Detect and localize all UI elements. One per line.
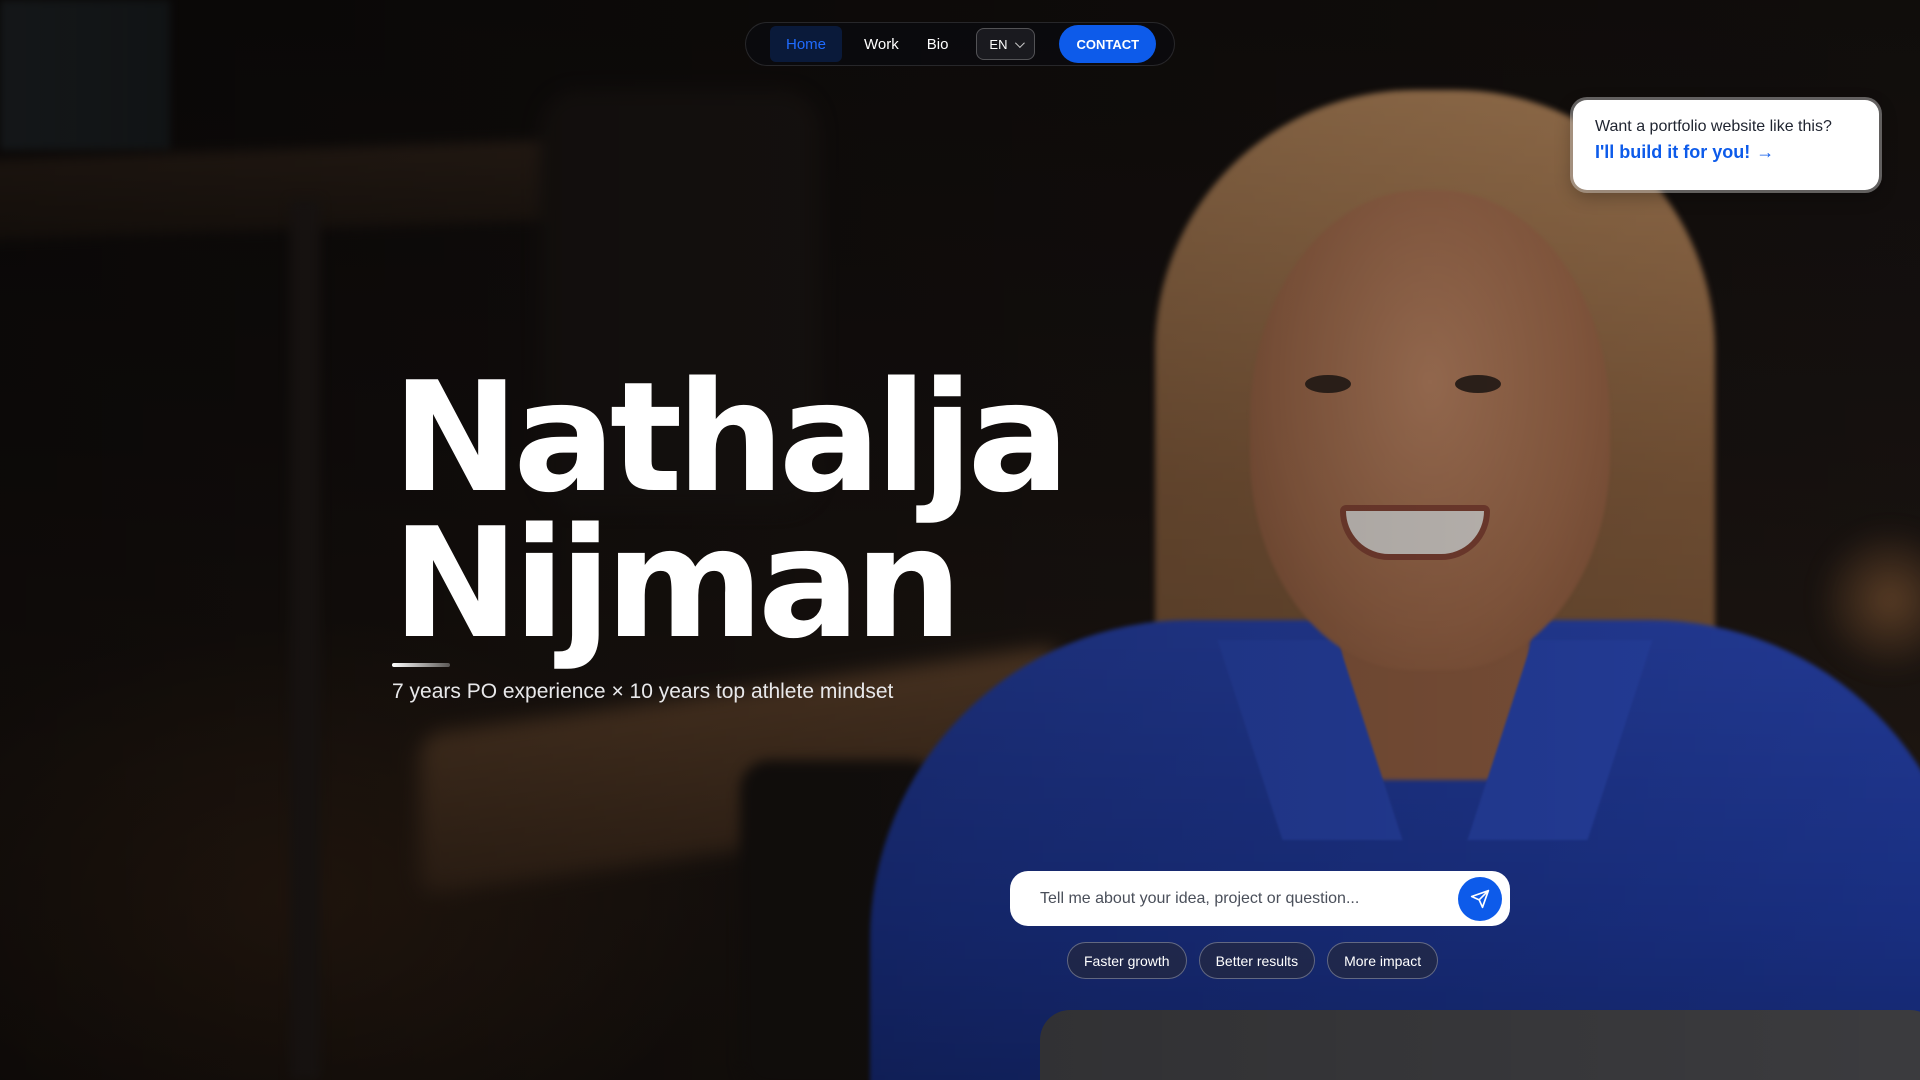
arrow-right-icon: → xyxy=(1756,142,1775,162)
promo-question: Want a portfolio website like this? xyxy=(1595,118,1832,135)
hero-last-name: Nijman xyxy=(392,495,963,672)
chat-input[interactable] xyxy=(1040,889,1458,908)
chip-better-results[interactable]: Better results xyxy=(1198,942,1316,979)
promo-cta-label: I'll build it for you! xyxy=(1595,142,1751,162)
hero-tagline: 7 years PO experience × 10 years top ath… xyxy=(392,680,894,703)
top-nav: Home Work Bio EN CONTACT xyxy=(745,22,1175,66)
send-icon xyxy=(1470,889,1490,908)
nav-bio[interactable]: Bio xyxy=(913,26,963,62)
contact-button[interactable]: CONTACT xyxy=(1059,25,1157,63)
chat-box xyxy=(1010,871,1510,926)
chevron-down-icon xyxy=(1015,37,1026,48)
nav-home[interactable]: Home xyxy=(770,26,842,62)
suggestion-chips: Faster growth Better results More impact xyxy=(1067,942,1439,979)
language-select[interactable]: EN xyxy=(976,28,1036,60)
promo-cta-link[interactable]: I'll build it for you! → xyxy=(1595,142,1857,163)
language-label: EN xyxy=(989,36,1008,52)
chip-faster-growth[interactable]: Faster growth xyxy=(1067,942,1187,979)
send-button[interactable] xyxy=(1458,876,1502,921)
chip-more-impact[interactable]: More impact xyxy=(1327,942,1439,979)
promo-card[interactable]: Want a portfolio website like this? I'll… xyxy=(1573,100,1879,190)
hero-name: Nathalja Nijman xyxy=(392,349,1070,672)
hero-underline xyxy=(392,663,450,667)
nav-work[interactable]: Work xyxy=(850,26,913,62)
hero-first-name: Nathalja xyxy=(392,349,1070,526)
